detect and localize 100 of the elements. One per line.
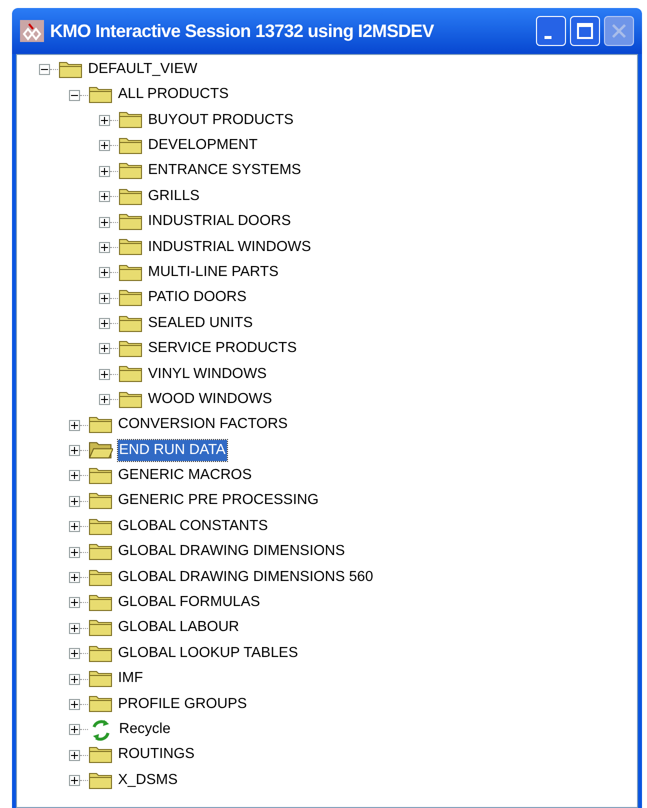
expand-toggle[interactable] [99,394,110,406]
collapse-toggle[interactable] [69,90,80,101]
tree-item[interactable]: ENTRANCE SYSTEMS [147,160,302,182]
folder-icon [89,671,112,688]
expand-toggle[interactable] [69,724,80,736]
tree-item[interactable]: GLOBAL DRAWING DIMENSIONS 560 [117,566,374,588]
plus-icon [71,752,78,759]
app-icon [20,20,44,42]
collapse-toggle[interactable] [39,64,50,76]
expand-toggle[interactable] [99,166,110,177]
folder-icon [89,646,112,662]
expand-toggle[interactable] [69,521,80,532]
expand-toggle[interactable] [99,292,110,304]
tree-item[interactable]: PROFILE GROUPS [117,694,248,716]
folder-icon [89,417,112,434]
expand-toggle[interactable] [99,191,110,202]
folder-icon [89,696,112,712]
tree-item[interactable]: Recycle [118,718,172,741]
expand-toggle[interactable] [69,496,80,507]
tree-item[interactable]: INDUSTRIAL WINDOWS [147,236,312,258]
expand-toggle[interactable] [69,470,80,482]
tree-item[interactable]: DEVELOPMENT [147,134,259,157]
expand-toggle[interactable] [99,343,110,354]
plus-icon [101,168,108,175]
tree-item[interactable]: SEALED UNITS [147,312,254,334]
plus-icon [71,422,78,429]
tree-item[interactable]: DEFAULT_VIEW [87,58,198,81]
expand-toggle[interactable] [69,597,80,608]
plus-icon [71,574,78,581]
maximize-button[interactable] [570,16,600,46]
tree-item[interactable]: SERVICE PRODUCTS [147,338,298,360]
folder-icon [119,163,142,180]
tree-item[interactable]: GLOBAL DRAWING DIMENSIONS [117,541,346,563]
tree-item[interactable]: GLOBAL FORMULAS [117,592,262,614]
folder-icon [89,747,112,764]
plus-icon [71,447,78,454]
plus-icon [101,142,108,150]
expand-toggle[interactable] [69,750,80,761]
folder-icon [89,772,112,789]
tree-item[interactable]: GENERIC MACROS [117,465,253,487]
tree-item[interactable]: END RUN DATA [118,440,227,462]
expand-toggle[interactable] [99,267,110,278]
folder-icon [119,138,142,154]
maximize-icon [575,21,595,41]
folder-icon [89,518,112,535]
folder-icon [119,290,142,306]
minimize-icon [544,36,552,39]
plus-icon [101,244,108,251]
plus-icon [71,472,78,480]
folder-icon [89,544,112,560]
minimize-button[interactable] [536,16,566,46]
tree-item[interactable]: CONVERSION FACTORS [117,414,289,436]
tree-item[interactable]: WOOD WINDOWS [147,388,274,411]
expand-toggle[interactable] [99,114,110,126]
expand-toggle[interactable] [69,648,80,660]
plus-icon [71,523,78,530]
folder-icon [119,316,142,332]
tree-item[interactable]: GLOBAL LABOUR [117,617,240,640]
expand-toggle[interactable] [69,775,80,786]
plus-icon [71,498,78,505]
folder-icon [89,442,113,460]
expand-toggle[interactable] [99,368,110,380]
folder-icon [89,468,112,484]
tree-item[interactable]: VINYL WINDOWS [147,364,268,386]
tree-item[interactable]: PATIO DOORS [147,287,248,310]
plus-icon [71,650,78,658]
expand-toggle[interactable] [99,242,110,253]
folder-icon [89,493,112,510]
expand-toggle[interactable] [99,216,110,228]
tree-item[interactable]: MULTI-LINE PARTS [147,262,280,284]
minus-icon [41,69,48,70]
expand-toggle[interactable] [69,445,80,456]
folder-icon [119,239,142,256]
tree-item[interactable]: ALL PRODUCTS [117,84,230,106]
tree-item[interactable]: BUYOUT PRODUCTS [147,110,295,132]
tree-item[interactable]: ROUTINGS [117,744,196,766]
expand-toggle[interactable] [99,140,110,152]
tree-item[interactable]: IMF [117,668,144,690]
expand-toggle[interactable] [99,318,110,330]
plus-icon [101,396,108,404]
plus-icon [101,345,108,352]
plus-icon [101,218,108,226]
expand-toggle[interactable] [69,572,80,583]
folder-icon [89,620,112,636]
expand-toggle[interactable] [69,546,80,558]
expand-toggle[interactable] [69,698,80,710]
folder-icon [59,62,82,78]
expand-toggle[interactable] [69,674,80,685]
plus-icon [101,294,108,302]
expand-toggle[interactable] [69,622,80,634]
tree-item[interactable]: INDUSTRIAL DOORS [147,211,292,233]
tree-item[interactable]: GRILLS [147,186,201,208]
tree-item[interactable]: X_DSMS [117,770,179,792]
plus-icon [71,726,78,734]
tree-item[interactable]: GLOBAL CONSTANTS [117,516,269,538]
expand-toggle[interactable] [69,420,80,431]
tree-item[interactable]: GENERIC PRE PROCESSING [117,490,320,512]
plus-icon [101,193,108,200]
tree-item[interactable]: GLOBAL LOOKUP TABLES [117,642,299,665]
folder-icon [119,392,142,408]
